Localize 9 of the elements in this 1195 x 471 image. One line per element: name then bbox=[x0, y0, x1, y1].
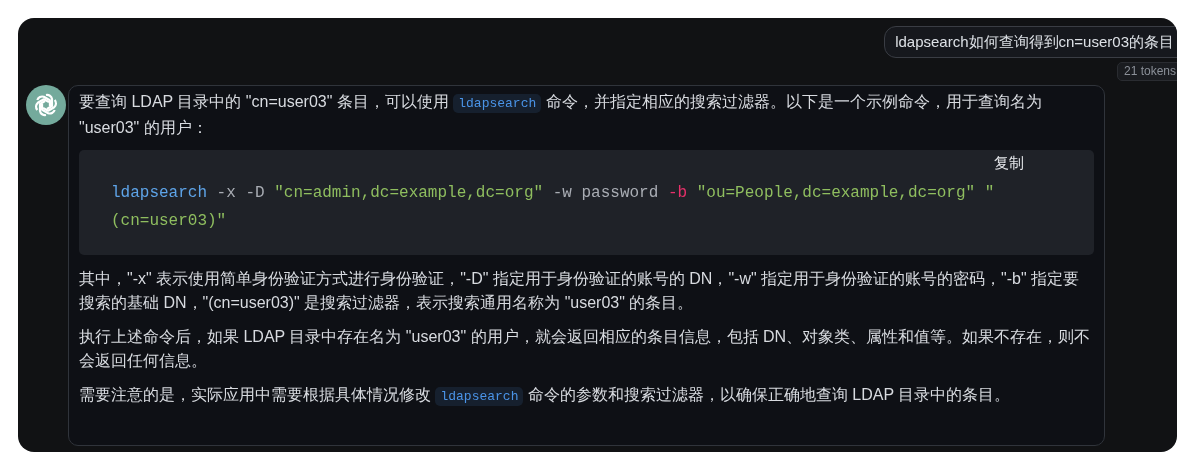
user-message: ldapsearch如何查询得到cn=user03的条目 bbox=[884, 26, 1177, 58]
code-text: ldapsearch -x -D "cn=admin,dc=example,dc=org" -w password -b "ou=People,dc=example,dc=org" "(cn=user03)" bbox=[111, 183, 996, 232]
token-count: 21 tokens bbox=[1116, 62, 1177, 81]
paragraph: 要查询 LDAP 目录中的 "cn=user03" 条目，可以使用 ldapsearch 命令，并指定相应的搜索过滤器。以下是一个示例命令，用于查询名为 "user03" 的用户： bbox=[79, 92, 1043, 138]
paragraph: 需要注意的是，实际应用中需要根据具体情况修改 ldapsearch 命令的参数和搜索过滤器，以确保正确地查询 LDAP 目录中的条目。 bbox=[79, 385, 1012, 408]
copy-button[interactable]: 复制 bbox=[994, 154, 1024, 173]
paragraph: 执行上述命令后，如果 LDAP 目录中存在名为 "user03" 的用户，就会返回相应的条目信息，包括 DN、对象类、属性和值等。如果不存在，则不会返回任何信息。 bbox=[79, 327, 1092, 371]
assistant-avatar-icon bbox=[26, 85, 66, 125]
paragraph: 其中，"-x" 表示使用简单身份验证方式进行身份验证，"-D" 指定用于身份验证的账号的 DN，"-w" 指定用于身份验证的账号的密码，"-b" 指定要搜索的基础 DN，"(cn=user03)" 是搜索过滤器，表示搜索通用名称为 "user03" 的条目。 bbox=[79, 269, 1081, 313]
